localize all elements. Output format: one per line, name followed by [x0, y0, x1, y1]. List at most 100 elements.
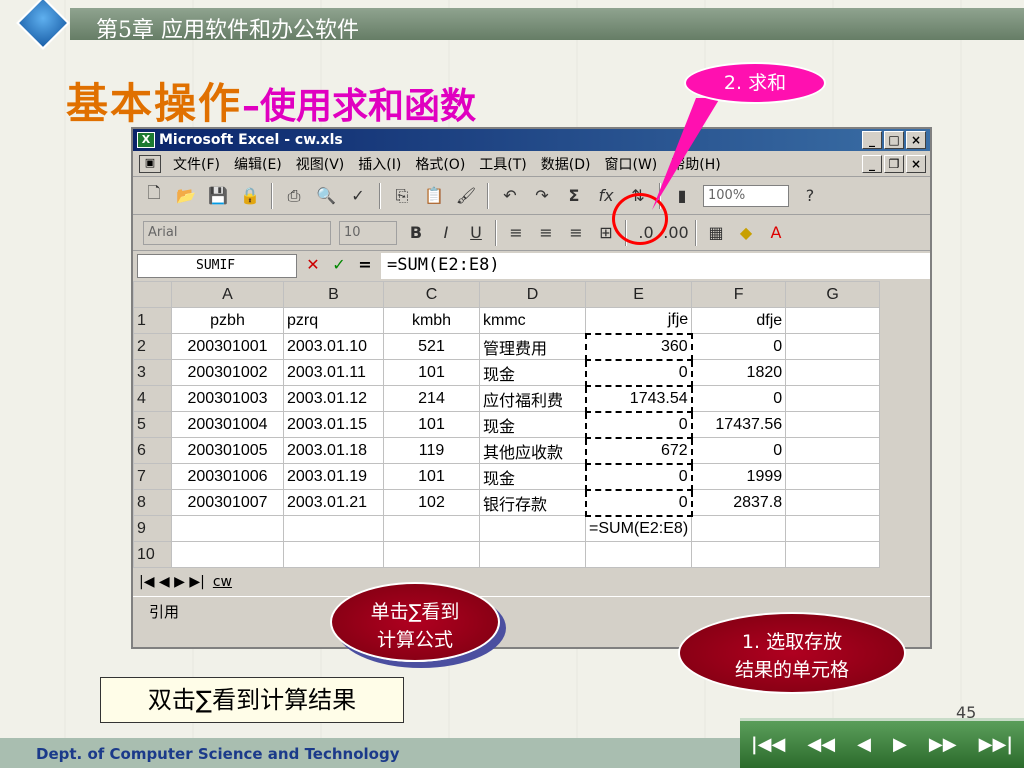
row-header[interactable]: 8 [133, 489, 172, 516]
prev-slide-icon[interactable]: ◀ [857, 734, 871, 755]
workbook-icon[interactable]: ▣ [139, 154, 161, 173]
cell-b[interactable]: 2003.01.15 [283, 411, 384, 438]
open-icon[interactable]: 📂 [175, 185, 197, 207]
align-right-icon[interactable]: ≡ [565, 222, 587, 244]
cell-g[interactable] [785, 359, 881, 386]
cell-d[interactable]: 现金 [479, 359, 586, 386]
cell-d[interactable] [479, 541, 586, 568]
autosum-icon[interactable]: Σ [563, 185, 585, 207]
column-header-b[interactable]: B [283, 281, 384, 308]
sheet-tab-cw[interactable]: cw [213, 574, 232, 590]
column-header-c[interactable]: C [383, 281, 480, 308]
doc-close-button[interactable]: × [906, 154, 926, 173]
cell-a[interactable] [171, 515, 284, 542]
cell-a[interactable]: 200301001 [171, 333, 284, 360]
column-header-e[interactable]: E [584, 281, 693, 308]
menu-file[interactable]: 文件(F) [173, 154, 220, 174]
print-preview-icon[interactable]: 🔍 [315, 185, 337, 207]
cancel-icon[interactable]: ✕ [303, 255, 323, 277]
cell-b[interactable] [283, 541, 384, 568]
cell-d[interactable]: kmmc [479, 307, 586, 334]
underline-icon[interactable]: U [465, 222, 487, 244]
select-all-corner[interactable] [133, 281, 172, 308]
column-header-f[interactable]: F [691, 281, 787, 308]
row-header[interactable]: 7 [133, 463, 172, 490]
cell-d[interactable]: 现金 [479, 411, 586, 438]
bold-icon[interactable]: B [405, 222, 427, 244]
format-painter-icon[interactable]: 🖌 [455, 185, 477, 207]
copy-icon[interactable]: ⎘ [391, 185, 413, 207]
font-size-select[interactable]: 10 [339, 220, 397, 245]
cell-g[interactable] [785, 515, 881, 542]
equals-icon[interactable]: = [355, 255, 375, 277]
cell-c[interactable]: 119 [383, 437, 480, 464]
menu-tools[interactable]: 工具(T) [479, 154, 526, 174]
font-color-icon[interactable]: A [765, 222, 787, 244]
cell-d[interactable]: 应付福利费 [479, 385, 586, 412]
doc-minimize-button[interactable]: _ [862, 154, 882, 173]
cell-e[interactable]: 1743.54 [584, 384, 693, 413]
cell-c[interactable] [383, 515, 480, 542]
cell-f[interactable]: 2837.8 [691, 489, 787, 516]
doc-restore-button[interactable]: ❐ [884, 154, 904, 173]
cell-a[interactable]: 200301004 [171, 411, 284, 438]
cell-g[interactable] [785, 385, 881, 412]
row-header[interactable]: 3 [133, 359, 172, 386]
cell-a[interactable]: 200301007 [171, 489, 284, 516]
menu-view[interactable]: 视图(V) [296, 154, 345, 174]
menu-format[interactable]: 格式(O) [415, 154, 465, 174]
cell-b[interactable]: 2003.01.11 [283, 359, 384, 386]
cell-g[interactable] [785, 307, 881, 334]
cell-c[interactable]: 521 [383, 333, 480, 360]
cell-a[interactable]: 200301005 [171, 437, 284, 464]
cell-c[interactable] [383, 541, 480, 568]
last-slide-icon[interactable]: ▶▶| [979, 734, 1013, 755]
cell-d[interactable]: 现金 [479, 463, 586, 490]
cell-c[interactable]: kmbh [383, 307, 480, 334]
cell-a[interactable] [171, 541, 284, 568]
cell-c[interactable]: 101 [383, 411, 480, 438]
cell-e[interactable]: jfje [584, 307, 693, 334]
cell-d[interactable] [479, 515, 586, 542]
cell-g[interactable] [785, 333, 881, 360]
cell-b[interactable] [283, 515, 384, 542]
align-center-icon[interactable]: ≡ [535, 222, 557, 244]
cell-e[interactable]: =SUM(E2:E8) [584, 515, 693, 542]
cell-e[interactable] [584, 541, 693, 568]
cell-e[interactable]: 0 [584, 358, 693, 387]
cell-e[interactable]: 0 [584, 410, 693, 439]
help-icon[interactable]: ? [799, 185, 821, 207]
cell-f[interactable]: 0 [691, 437, 787, 464]
cell-c[interactable]: 214 [383, 385, 480, 412]
cell-b[interactable]: 2003.01.12 [283, 385, 384, 412]
column-header-g[interactable]: G [785, 281, 881, 308]
cell-e[interactable]: 0 [584, 488, 693, 517]
cell-g[interactable] [785, 541, 881, 568]
permission-icon[interactable]: 🔒 [239, 185, 261, 207]
column-header-d[interactable]: D [479, 281, 586, 308]
menu-data[interactable]: 数据(D) [541, 154, 591, 174]
cell-e[interactable]: 0 [584, 462, 693, 491]
cell-e[interactable]: 672 [584, 436, 693, 465]
first-slide-icon[interactable]: |◀◀ [751, 734, 785, 755]
cell-d[interactable]: 管理费用 [479, 333, 586, 360]
cell-b[interactable]: 2003.01.10 [283, 333, 384, 360]
cell-f[interactable]: 17437.56 [691, 411, 787, 438]
cell-c[interactable]: 101 [383, 463, 480, 490]
italic-icon[interactable]: I [435, 222, 457, 244]
font-select[interactable]: Arial [143, 220, 331, 245]
column-header-a[interactable]: A [171, 281, 284, 308]
next-section-icon[interactable]: ▶▶ [929, 734, 957, 755]
insert-function-icon[interactable]: fx [595, 185, 617, 207]
cell-b[interactable]: pzrq [283, 307, 384, 334]
cell-f[interactable] [691, 515, 787, 542]
formula-input[interactable]: =SUM(E2:E8) [381, 253, 930, 279]
row-header[interactable]: 6 [133, 437, 172, 464]
cell-g[interactable] [785, 489, 881, 516]
cell-e[interactable]: 360 [584, 332, 693, 361]
align-left-icon[interactable]: ≡ [505, 222, 527, 244]
decrease-decimal-icon[interactable]: .00 [663, 222, 688, 244]
spelling-icon[interactable]: ✓ [347, 185, 369, 207]
print-icon[interactable]: ⎙ [283, 185, 305, 207]
cell-f[interactable]: 0 [691, 333, 787, 360]
